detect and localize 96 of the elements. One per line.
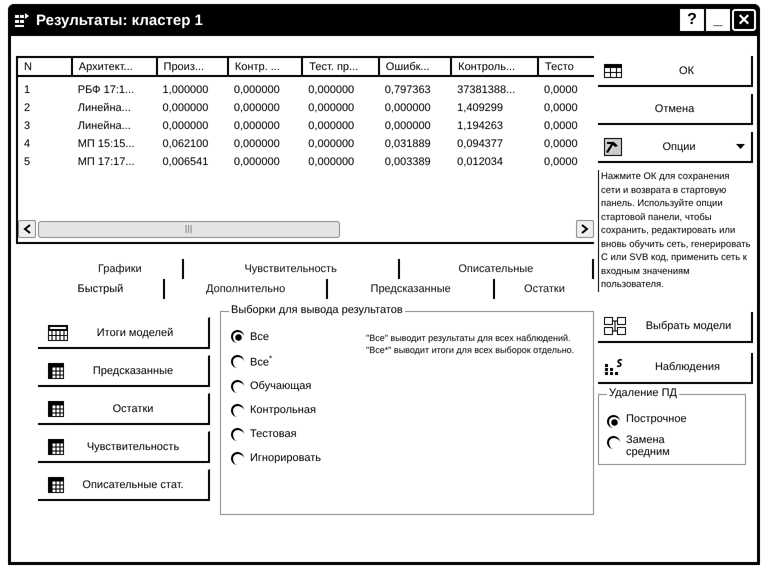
table-cell-text: 0,000000 — [307, 155, 356, 170]
table-cell-text: 0,006541 — [162, 155, 210, 170]
tab[interactable]: Предсказанные — [328, 279, 495, 299]
radio-option[interactable]: Тестовая — [231, 428, 360, 441]
table-cell-text: 0,000000 — [384, 119, 432, 134]
column-header[interactable]: Архитект... — [72, 58, 157, 76]
table-cell-text: 0,000000 — [232, 119, 281, 134]
description-text: "Все" выводит результаты для всех наблюдений. "Все*" выводит итоги для всех выборок отдельно. — [366, 332, 576, 357]
dialog-button[interactable]: ОК — [598, 56, 753, 87]
dialog-button[interactable]: Отмена — [598, 94, 753, 125]
table-cell: 37381388... — [451, 76, 538, 99]
table-cell-text: 0,003389 — [384, 155, 432, 170]
window-title: Результаты: кластер 1 — [36, 12, 204, 28]
table-cell-text: 0,000000 — [232, 155, 281, 170]
grid-icon — [48, 438, 64, 454]
radio-option[interactable]: Контрольная — [231, 404, 360, 417]
table-cell-text: Линейна... — [76, 101, 132, 116]
radio-option[interactable]: Все$^{*}$ — [231, 354, 360, 369]
table-cell-text: 0,012034 — [456, 155, 504, 170]
horizontal-scrollbar[interactable] — [18, 219, 594, 239]
close-button[interactable]: × — [732, 9, 756, 31]
radio-option[interactable]: Обучающая — [231, 380, 360, 393]
table-cell-text: 0,0000 — [543, 101, 579, 116]
table-cell-text: 0,062100 — [162, 137, 210, 152]
radio-option[interactable]: Игнорировать — [231, 452, 360, 465]
result-button[interactable]: Итоги моделей — [38, 317, 210, 349]
table-cell-text: 0,000000 — [384, 101, 432, 116]
table-cell-text: 4 — [23, 137, 32, 152]
dialog-button[interactable]: Выбрать модели — [598, 312, 753, 342]
dialog-button[interactable]: Наблюдения — [598, 352, 753, 384]
help-text: Нажмите ОК для сохранения сети и возврата в стартовую панель. Используйте опции стартовой панели, чтобы сохранить, редактировать или вновь обучить сеть, генерировать C или SVB код, применить сеть к входным значениям пользователя. — [598, 170, 751, 292]
group-title: Удаление ПД — [607, 386, 679, 398]
table-cell-text: МП 15:15... — [76, 137, 136, 152]
grid-icon — [48, 476, 64, 492]
table-cell: 0,797363 — [378, 76, 452, 99]
radio-option[interactable]: Построчное — [607, 412, 717, 428]
table-cell: 1,000000 — [156, 76, 228, 99]
table-cell-text: 0,0000 — [543, 155, 579, 170]
table-cell: 0,0000 — [538, 76, 594, 99]
column-header[interactable]: Ошибк... — [378, 58, 452, 76]
tab[interactable]: Чувствительность — [184, 259, 400, 279]
table-cell-text: Линейна... — [76, 119, 132, 134]
table-cell: 0,000000 — [302, 76, 379, 99]
column-header[interactable]: Произ... — [156, 58, 228, 76]
radio-option[interactable]: Все — [231, 330, 360, 343]
table-cell-text: 0,031889 — [384, 137, 432, 152]
dropdown-arrow-icon — [736, 144, 745, 149]
table-cell-text: 0,000000 — [162, 119, 210, 134]
tab[interactable]: Дополнительно — [164, 279, 328, 299]
help-button[interactable]: ? — [680, 9, 704, 31]
group-title: Выборки для вывода результатов — [229, 304, 405, 316]
tab[interactable]: Быстрый — [38, 279, 165, 299]
dots-icon — [604, 358, 624, 376]
table-cell-text: 0,000000 — [307, 119, 356, 134]
table-cell: 1 — [18, 76, 72, 99]
column-header[interactable]: N — [18, 58, 72, 76]
app-icon — [14, 12, 30, 28]
table-cell-text: 1,194263 — [456, 119, 504, 134]
table-cell-text: 5 — [23, 155, 32, 170]
grip-icon — [185, 225, 193, 233]
table-cell: 0,000000 — [228, 76, 302, 99]
table-cell-text: 0,094377 — [456, 137, 504, 152]
table-cell-text: МП 17:17... — [76, 155, 136, 170]
minimize-button[interactable]: _ — [706, 9, 730, 31]
column-header[interactable]: Тест. пр... — [302, 58, 379, 76]
table-icon — [48, 324, 68, 340]
result-button[interactable]: Чувствительность — [38, 431, 210, 463]
scroll-thumb[interactable] — [38, 220, 340, 238]
column-header[interactable]: Контроль... — [451, 58, 538, 76]
dialog-button[interactable]: Опции — [598, 132, 753, 163]
table-cell-text: 1,409299 — [456, 101, 504, 116]
hammer-icon — [604, 138, 622, 156]
result-button[interactable]: Описательные стат. — [38, 469, 210, 501]
scroll-right-icon — [581, 224, 589, 234]
scroll-left-icon — [23, 224, 31, 234]
table-cell-text: 0,0000 — [543, 119, 579, 134]
result-button[interactable]: Предсказанные — [38, 355, 210, 387]
grid-icon — [48, 400, 64, 416]
table-cell-text: 0,000000 — [232, 101, 281, 116]
column-header[interactable]: Контр. ... — [228, 58, 302, 76]
radio-option[interactable]: Замена средним — [607, 434, 717, 458]
table-cell-text: 0,000000 — [162, 101, 210, 116]
model-select-icon — [604, 317, 626, 335]
grid-icon — [48, 362, 64, 378]
result-button[interactable]: Остатки — [38, 393, 210, 425]
table-cell-text: 0,0000 — [543, 137, 579, 152]
table-icon — [604, 64, 622, 78]
table-cell-text: 0,000000 — [307, 101, 356, 116]
tab[interactable]: Описательные — [400, 259, 594, 279]
table-cell-text: 2 — [23, 101, 32, 116]
table-cell-text: 3 — [23, 119, 32, 134]
table-cell: РБФ 17:1... — [72, 76, 157, 99]
tab[interactable]: Остатки — [494, 279, 594, 299]
table-cell-text: 0,000000 — [307, 137, 356, 152]
tab[interactable]: Графики — [58, 259, 184, 279]
table-cell-text: 0,000000 — [232, 137, 281, 152]
